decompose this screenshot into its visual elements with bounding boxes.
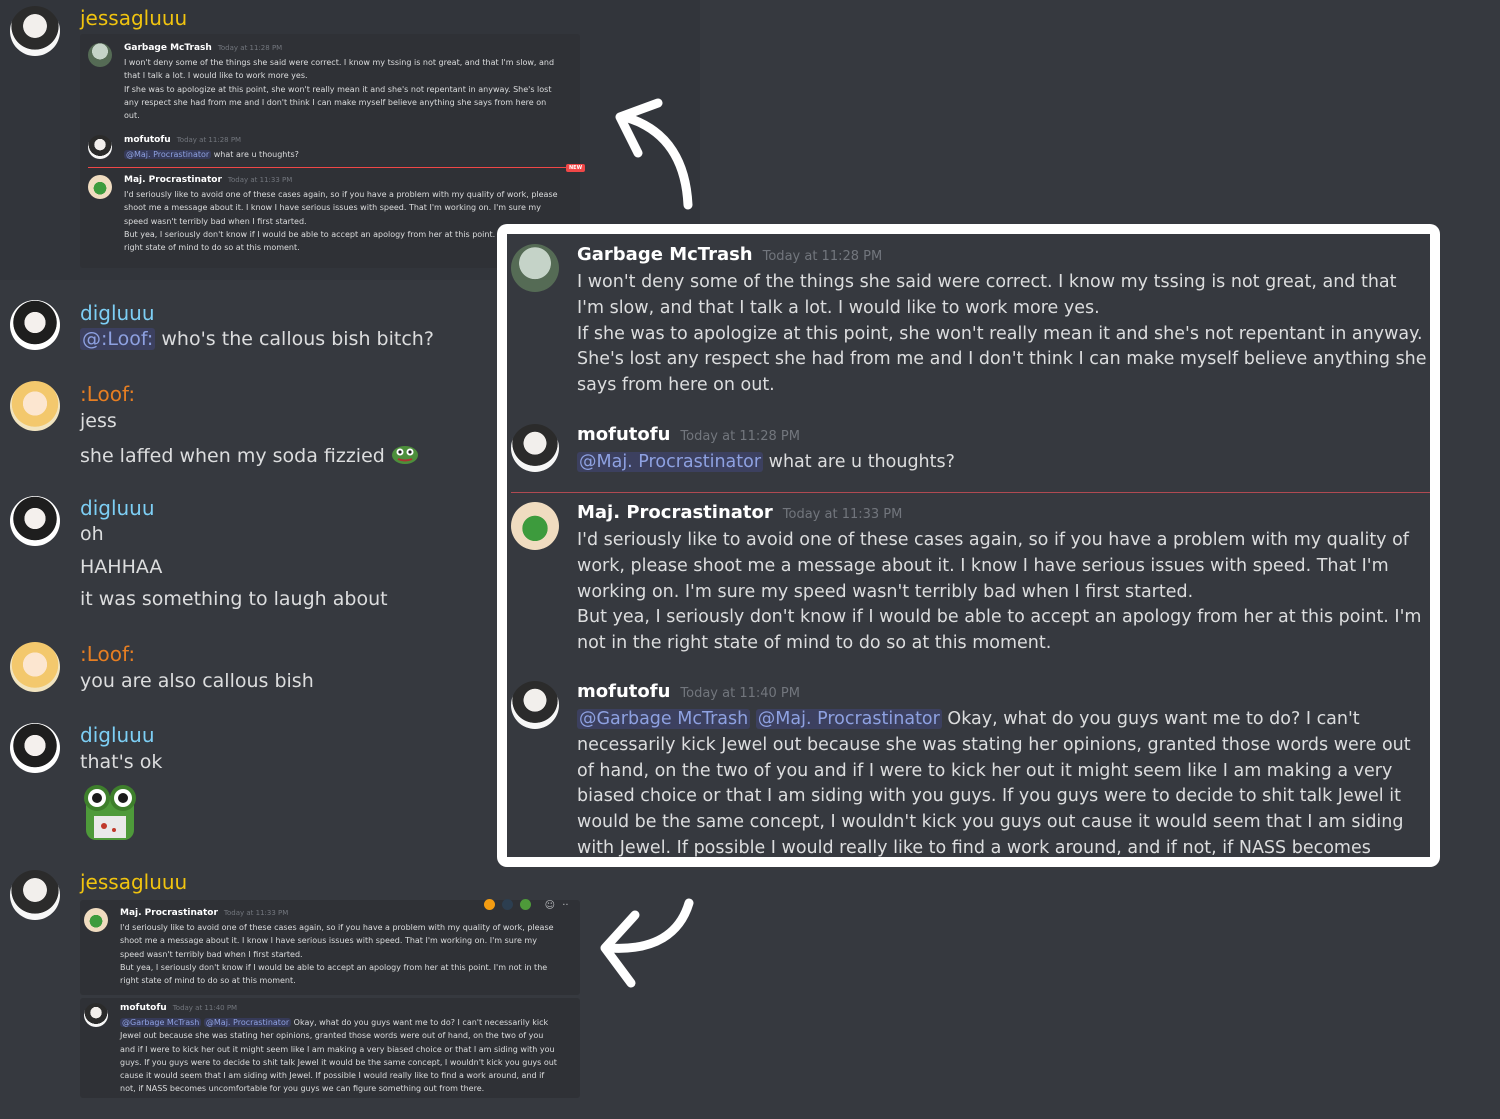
avatar[interactable] (10, 723, 60, 773)
new-badge: NEW (566, 164, 586, 172)
timestamp: Today at 11:28 PM (762, 249, 883, 264)
arrow-up-left-icon (600, 95, 710, 219)
mention[interactable]: @Garbage McTrash (577, 709, 751, 729)
avatar[interactable] (10, 300, 60, 350)
avatar[interactable] (10, 870, 60, 920)
quoted-username: mofutofu (120, 1003, 167, 1013)
more-options-icon[interactable]: ·· (562, 900, 568, 911)
avatar[interactable] (10, 6, 60, 56)
message-text: that's ok (80, 751, 163, 773)
quoted-username: Maj. Procrastinator (120, 908, 218, 918)
avatar[interactable] (511, 681, 559, 729)
mention[interactable]: @Maj. Procrastinator (577, 452, 764, 472)
mention[interactable]: @Maj. Procrastinator (203, 1018, 292, 1027)
reaction-emoji-icon[interactable] (484, 899, 495, 910)
timestamp: Today at 11:28 PM (176, 136, 242, 144)
reaction-frog-icon[interactable] (520, 899, 532, 910)
message-text: it was something to laugh about (80, 588, 388, 610)
message-text: If she was to apologize at this point, s… (577, 323, 1427, 396)
message-text: who's the callous bish bitch? (161, 328, 434, 350)
timestamp: Today at 11:28 PM (217, 44, 283, 52)
message-text: I won't deny some of the things she said… (577, 272, 1397, 318)
message-text: I won't deny some of the things she said… (124, 58, 555, 81)
username[interactable]: :Loof: (80, 382, 135, 406)
attached-screenshot[interactable]: Maj. Procrastinator Today at 11:33 PM I'd… (80, 899, 580, 995)
username[interactable]: mofutofu (577, 424, 670, 445)
message-text: If she was to apologize at this point, s… (124, 84, 552, 121)
new-messages-divider (511, 492, 1430, 493)
mention[interactable]: @Maj. Procrastinator (755, 709, 942, 729)
username[interactable]: :Loof: (80, 642, 135, 666)
avatar[interactable] (511, 424, 559, 472)
frog-sticker-icon[interactable] (80, 782, 140, 844)
avatar[interactable] (511, 502, 559, 550)
mention[interactable]: @Garbage McTrash (120, 1018, 202, 1027)
username[interactable]: Maj. Procrastinator (577, 502, 773, 523)
avatar (88, 43, 112, 67)
avatar (88, 175, 112, 199)
quoted-username: Garbage McTrash (124, 43, 212, 53)
timestamp: Today at 11:33 PM (227, 176, 293, 184)
message-text: HAHHAA (80, 556, 163, 578)
username[interactable]: Garbage McTrash (577, 244, 753, 265)
reaction-toolbar[interactable]: ☺ ·· (484, 899, 569, 911)
mention[interactable]: @Maj. Procrastinator (124, 150, 212, 159)
zoomed-panel: Garbage McTrash Today at 11:28 PM I won't… (497, 224, 1440, 867)
timestamp: Today at 11:33 PM (223, 909, 289, 917)
message-text: But yea, I seriously don't know if I wou… (577, 607, 1422, 654)
username[interactable]: digluuu (80, 301, 155, 325)
message-text: jess (80, 410, 117, 432)
mention[interactable]: @:Loof: (80, 328, 156, 350)
new-messages-divider (88, 167, 566, 168)
quoted-username: Maj. Procrastinator (124, 175, 222, 185)
username[interactable]: digluuu (80, 723, 155, 747)
avatar[interactable] (10, 496, 60, 546)
avatar (88, 135, 112, 159)
quoted-username: mofutofu (124, 135, 171, 145)
message-text: what are u thoughts? (213, 150, 299, 159)
message-text: I'd seriously like to avoid one of these… (120, 923, 554, 959)
username[interactable]: jessagluuu (80, 6, 187, 30)
timestamp: Today at 11:33 PM (782, 507, 903, 522)
username[interactable]: jessagluuu (80, 870, 187, 894)
avatar[interactable] (10, 381, 60, 431)
arrow-down-left-icon (595, 893, 705, 1002)
reaction-avatar-icon[interactable] (502, 899, 514, 910)
timestamp: Today at 11:40 PM (172, 1004, 238, 1012)
message-text: I'd seriously like to avoid one of these… (577, 530, 1409, 602)
avatar (84, 908, 108, 932)
add-reaction-icon[interactable]: ☺ (545, 900, 555, 911)
message-text: she laffed when my soda fizzied (80, 445, 385, 467)
message-text: what are u thoughts? (768, 452, 955, 472)
avatar[interactable] (511, 244, 559, 292)
pepe-emoji-icon (391, 443, 419, 470)
timestamp: Today at 11:28 PM (680, 429, 800, 444)
username[interactable]: mofutofu (577, 681, 670, 702)
timestamp: Today at 11:40 PM (680, 686, 800, 701)
message-text: Okay, what do you guys want me to do? I … (120, 1018, 557, 1094)
message-text: Okay, what do you guys want me to do? I … (577, 709, 1411, 857)
username[interactable]: digluuu (80, 496, 155, 520)
message-text: oh (80, 523, 104, 545)
message-text: you are also callous bish (80, 670, 314, 692)
message-text: I'd seriously like to avoid one of these… (124, 190, 558, 226)
message-text: But yea, I seriously don't know if I wou… (120, 962, 548, 986)
avatar (84, 1003, 108, 1027)
attached-screenshot[interactable]: mofutofu Today at 11:40 PM @Garbage McTra… (80, 998, 580, 1098)
avatar[interactable] (10, 642, 60, 692)
